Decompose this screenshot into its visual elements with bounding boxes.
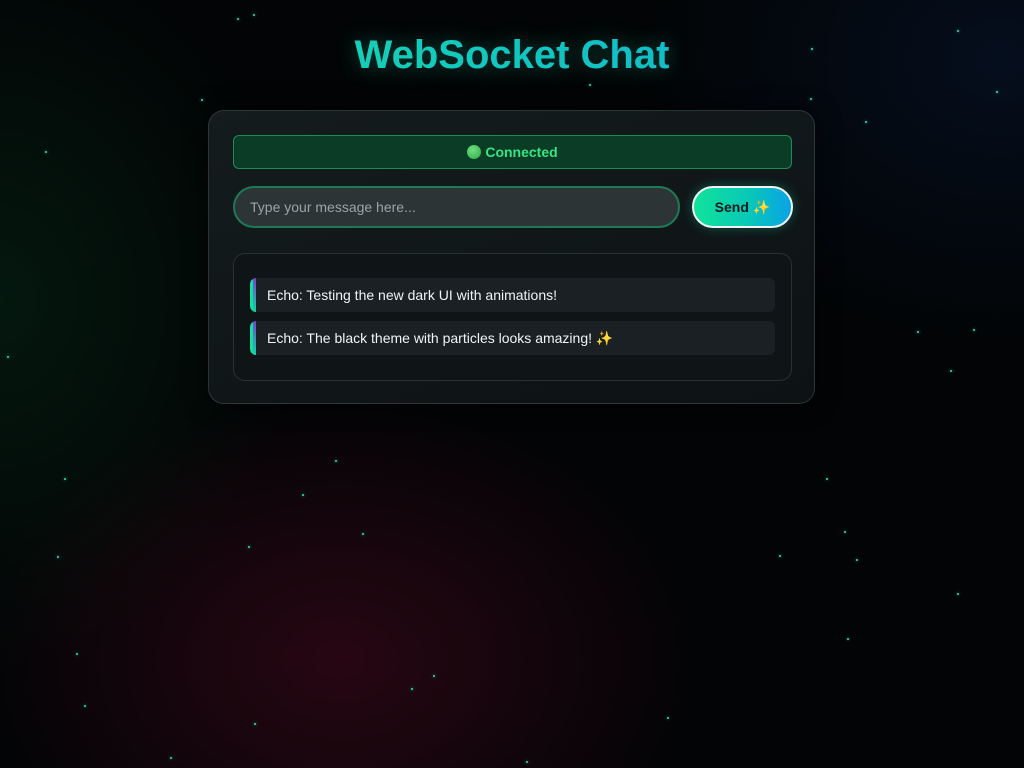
particle-dot <box>254 723 256 725</box>
send-button[interactable]: Send ✨ <box>692 186 793 228</box>
particle-dot <box>973 329 975 331</box>
particle-dot <box>957 593 959 595</box>
particle-dot <box>996 91 998 93</box>
message-accent-bar <box>250 278 256 312</box>
particle-dot <box>64 478 66 480</box>
particle-dot <box>526 761 528 763</box>
particle-dot <box>856 559 858 561</box>
connection-status-text: Connected <box>485 144 558 160</box>
particle-dot <box>950 370 952 372</box>
particle-dot <box>589 84 591 86</box>
particle-dot <box>84 705 86 707</box>
green-circle-icon <box>467 145 482 159</box>
message-item: Echo: Testing the new dark UI with anima… <box>250 278 775 312</box>
page-title: WebSocket Chat <box>0 30 1024 80</box>
particle-dot <box>844 531 846 533</box>
particle-dot <box>57 556 59 558</box>
particle-dot <box>433 675 435 677</box>
particle-dot <box>253 14 255 16</box>
message-text: Echo: The black theme with particles loo… <box>267 330 593 346</box>
particle-dot <box>362 533 364 535</box>
particle-dot <box>45 151 47 153</box>
particle-dot <box>7 356 9 358</box>
particle-dot <box>810 98 812 100</box>
send-button-label: Send <box>714 199 749 215</box>
particle-dot <box>237 18 239 20</box>
sparkles-icon: ✨ <box>595 329 614 346</box>
particle-dot <box>847 638 849 640</box>
connection-status-badge: Connected <box>233 135 792 169</box>
message-input[interactable] <box>233 186 680 228</box>
message-list: Echo: Testing the new dark UI with anima… <box>233 253 792 381</box>
chat-card: Connected Send ✨ Echo: Testing the new d… <box>208 110 815 404</box>
particle-dot <box>302 494 304 496</box>
particle-dot <box>201 99 203 101</box>
message-text: Echo: Testing the new dark UI with anima… <box>267 287 558 303</box>
particle-dot <box>76 653 78 655</box>
message-accent-bar <box>250 321 256 355</box>
particle-dot <box>917 331 919 333</box>
particle-dot <box>826 478 828 480</box>
particle-dot <box>667 717 669 719</box>
sparkles-icon: ✨ <box>752 198 771 215</box>
particle-dot <box>335 460 337 462</box>
particle-dot <box>248 546 250 548</box>
message-item: Echo: The black theme with particles loo… <box>250 321 775 355</box>
particle-dot <box>865 121 867 123</box>
particle-dot <box>411 688 413 690</box>
particle-dot <box>779 555 781 557</box>
particle-dot <box>170 757 172 759</box>
